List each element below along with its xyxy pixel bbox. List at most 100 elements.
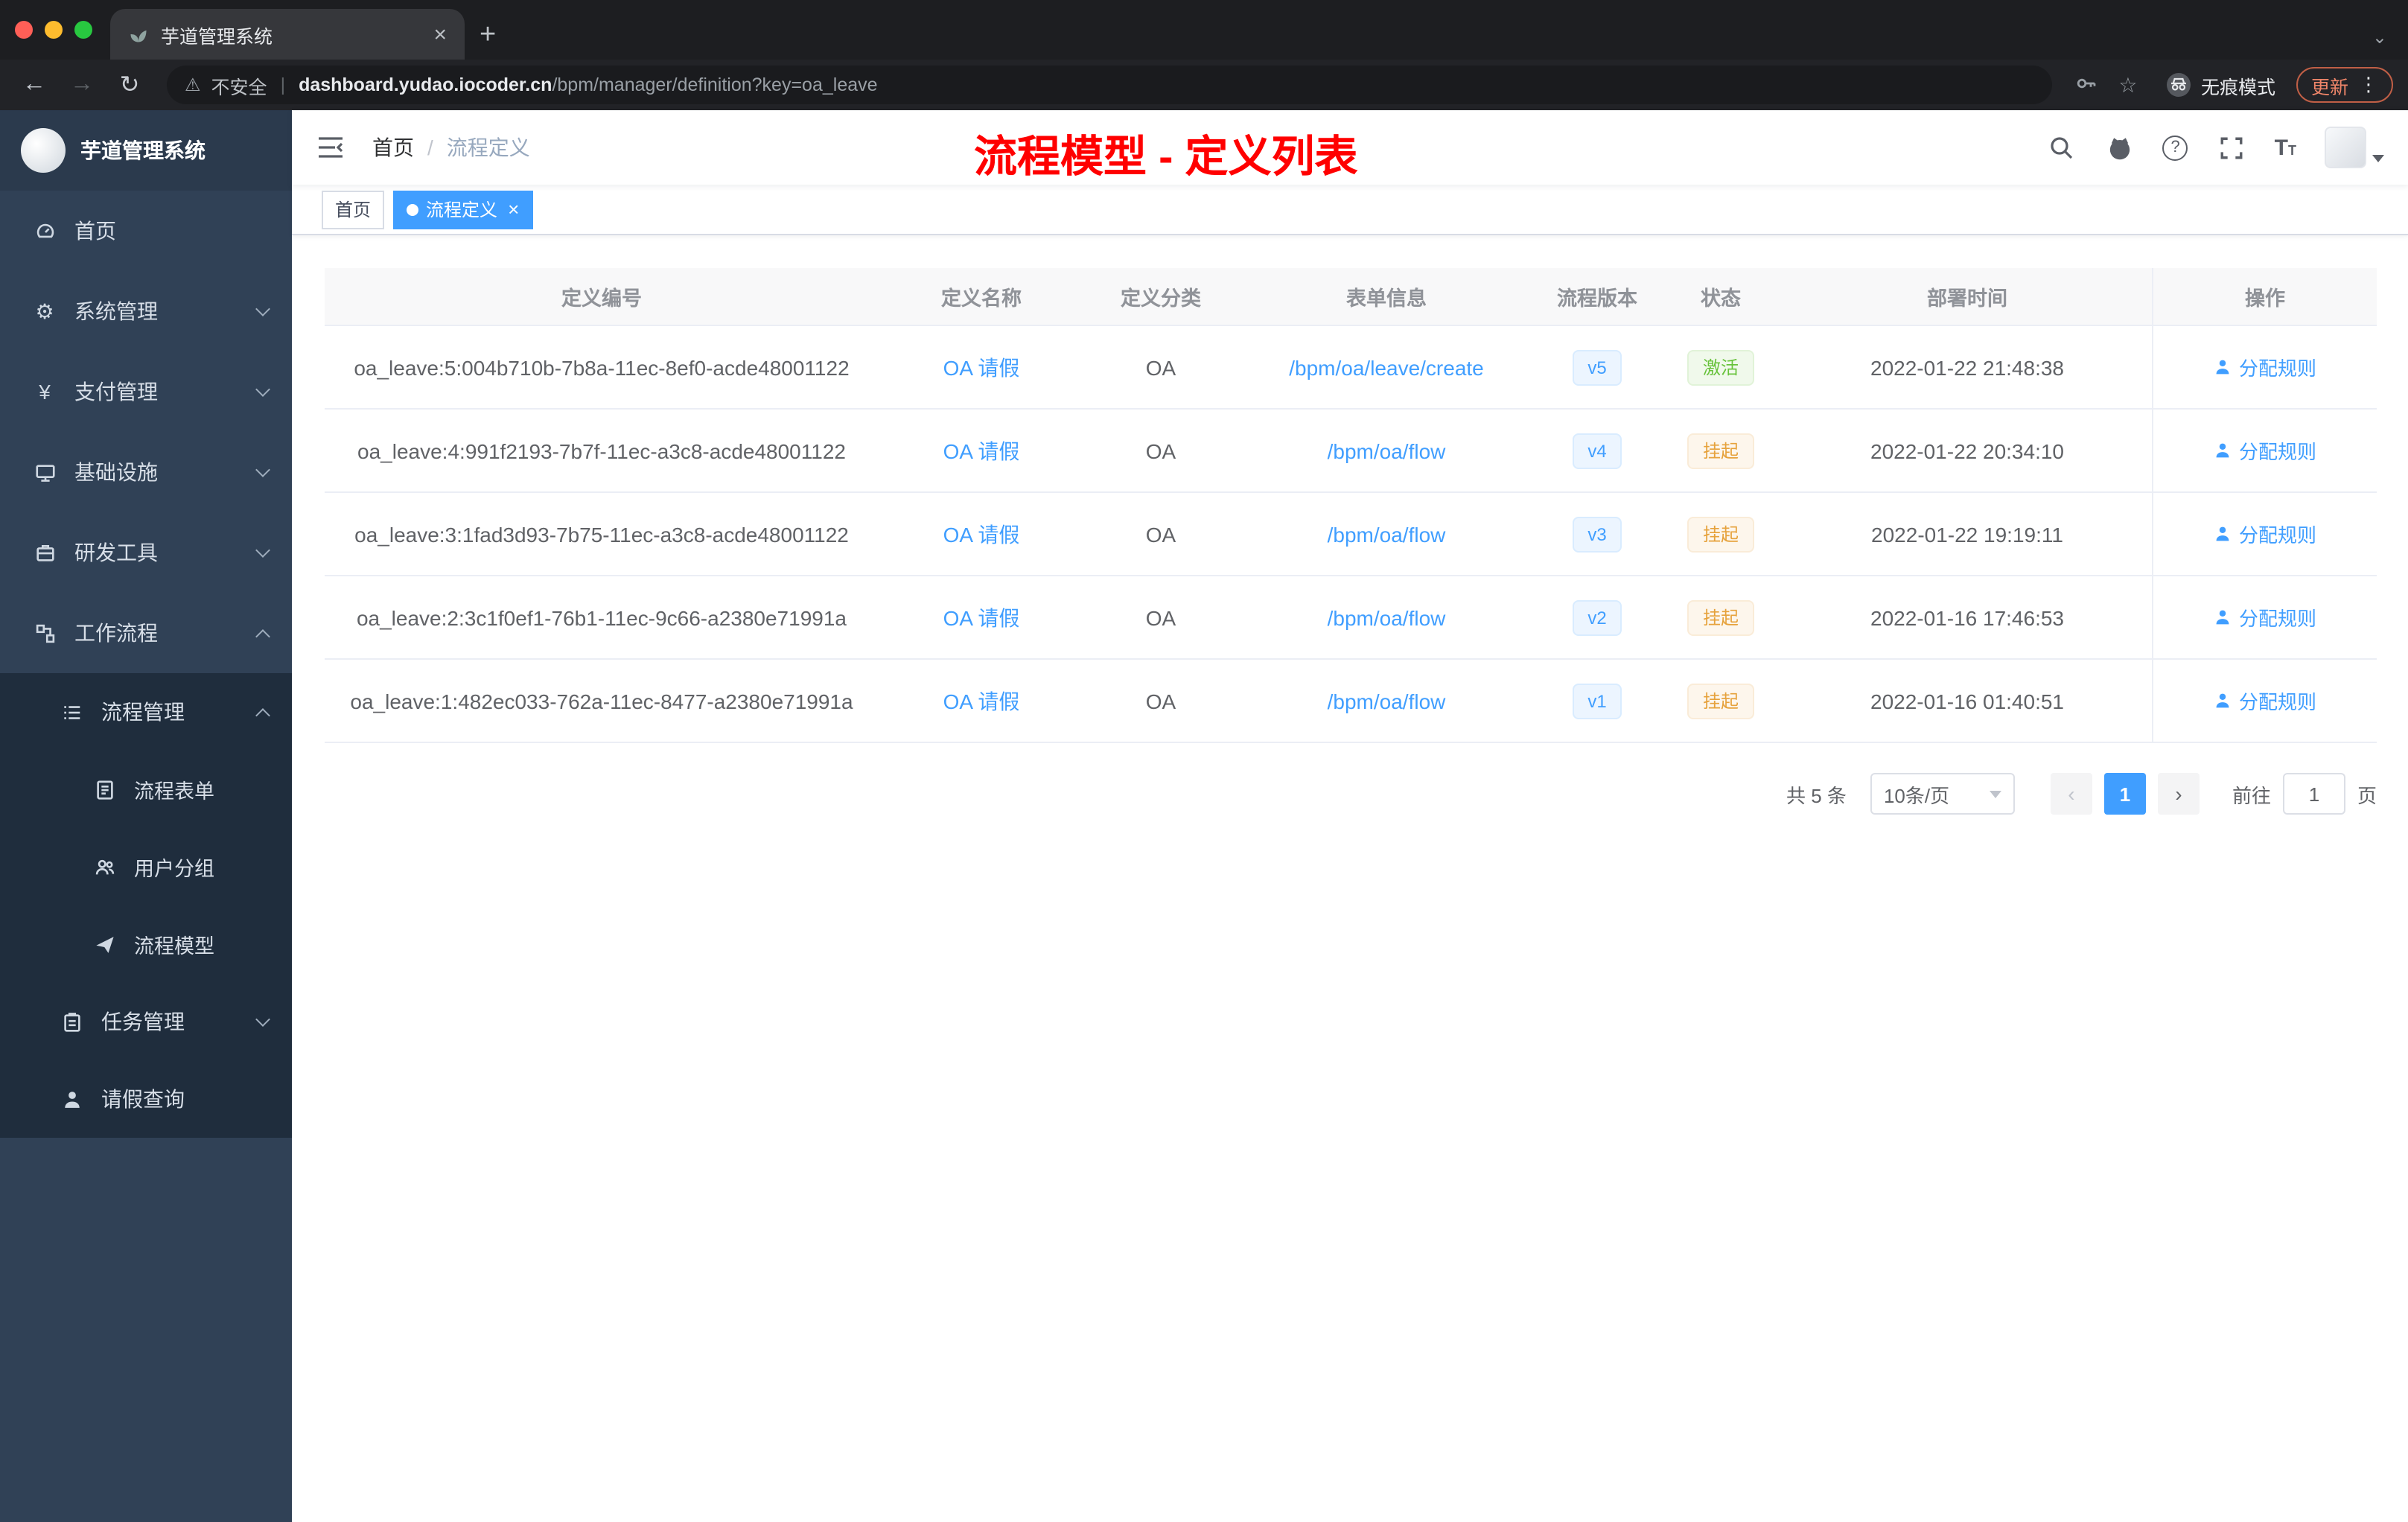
sidebar-item-user-group[interactable]: 用户分组	[0, 828, 292, 905]
assign-rule-link[interactable]: 分配规则	[2214, 353, 2316, 381]
document-icon	[92, 777, 116, 801]
address-bar[interactable]: ⚠ 不安全 | dashboard.yudao.iocoder.cn/bpm/m…	[167, 66, 2052, 104]
page-unit-label: 页	[2357, 784, 2377, 806]
close-window-button[interactable]	[15, 21, 33, 39]
definition-name-link[interactable]: OA 请假	[943, 689, 1020, 713]
assign-rule-label: 分配规则	[2238, 357, 2316, 380]
sidebar-item-process-model[interactable]: 流程模型	[0, 905, 292, 983]
tab-search-chevron-icon[interactable]: ⌄	[2372, 27, 2387, 48]
incognito-label: 无痕模式	[2200, 77, 2275, 98]
cell-category: OA	[1145, 689, 1176, 713]
cell-deploy-time: 2022-01-22 21:48:38	[1870, 355, 2064, 379]
bookmark-star-icon[interactable]: ☆	[2112, 72, 2144, 98]
page-title: 流程模型 - 定义列表	[974, 134, 1358, 182]
search-icon[interactable]	[2047, 133, 2077, 162]
breadcrumb-separator: /	[427, 136, 433, 159]
minimize-window-button[interactable]	[45, 21, 63, 39]
table-row: oa_leave:1:482ec033-762a-11ec-8477-a2380…	[325, 660, 2377, 743]
definition-name-link[interactable]: OA 请假	[943, 605, 1020, 629]
tag-close-icon[interactable]: ×	[508, 200, 519, 219]
chevron-down-icon	[255, 543, 270, 558]
status-tag: 挂起	[1687, 516, 1754, 552]
sidebar-item-process-management[interactable]: 流程管理	[0, 673, 292, 751]
sidebar-collapse-icon[interactable]	[316, 133, 345, 162]
next-page-button[interactable]: ›	[2157, 773, 2200, 815]
assign-rule-label: 分配规则	[2238, 691, 2316, 713]
incognito-icon	[2166, 73, 2191, 97]
page-size-select[interactable]: 10条/页	[1870, 773, 2015, 815]
form-info-link[interactable]: /bpm/oa/flow	[1328, 439, 1446, 462]
form-info-link[interactable]: /bpm/oa/flow	[1328, 605, 1446, 629]
goto-page-input[interactable]	[2282, 773, 2345, 815]
users-icon	[92, 855, 116, 879]
tab-strip: 芋道管理系统 × + ⌄	[0, 0, 2408, 60]
app-title: 芋道管理系统	[80, 138, 206, 162]
assign-rule-link[interactable]: 分配规则	[2214, 687, 2316, 715]
window-controls	[0, 0, 110, 60]
font-size-icon[interactable]: TT	[2275, 135, 2296, 160]
cell-category: OA	[1145, 439, 1176, 462]
user-menu[interactable]	[2325, 127, 2384, 168]
active-tag-dot	[407, 203, 419, 215]
sidebar-item-leave-query[interactable]: 请假查询	[0, 1060, 292, 1138]
sidebar-item-devtools[interactable]: 研发工具	[0, 512, 292, 593]
chevron-down-icon	[1989, 790, 2001, 797]
cell-category: OA	[1145, 522, 1176, 546]
fullscreen-icon[interactable]	[2217, 133, 2246, 162]
app-logo[interactable]: 芋道管理系统	[0, 110, 292, 191]
github-icon[interactable]	[2105, 133, 2135, 162]
definition-name-link[interactable]: OA 请假	[943, 522, 1020, 546]
form-info-link[interactable]: /bpm/oa/flow	[1328, 522, 1446, 546]
sidebar-item-process-form[interactable]: 流程表单	[0, 751, 292, 828]
assign-rule-label: 分配规则	[2238, 441, 2316, 463]
gear-icon: ⚙	[35, 299, 54, 322]
definition-name-link[interactable]: OA 请假	[943, 355, 1020, 379]
maximize-window-button[interactable]	[74, 21, 92, 39]
cell-definition-id: oa_leave:3:1fad3d93-7b75-11ec-a3c8-acde4…	[354, 522, 849, 546]
definition-name-link[interactable]: OA 请假	[943, 439, 1020, 462]
sidebar: 芋道管理系统 首页 ⚙ 系统管理 ¥ 支付管理 基础设施 研发工具 工作流程 流…	[0, 110, 292, 1522]
version-tag: v1	[1573, 683, 1622, 719]
tab-close-icon[interactable]: ×	[427, 22, 453, 47]
new-tab-button[interactable]: +	[480, 21, 496, 49]
sidebar-item-payment[interactable]: ¥ 支付管理	[0, 351, 292, 432]
sidebar-item-workflow[interactable]: 工作流程	[0, 593, 292, 673]
password-key-icon[interactable]	[2070, 71, 2103, 99]
definition-table: 定义编号 定义名称 定义分类 表单信息 流程版本 状态 部署时间 操作 oa_l…	[325, 268, 2377, 743]
table-row: oa_leave:5:004b710b-7b8a-11ec-8ef0-acde4…	[325, 326, 2377, 410]
assign-rule-link[interactable]: 分配规则	[2214, 520, 2316, 548]
browser-menu-icon[interactable]: ⋮	[2359, 73, 2378, 97]
form-info-link[interactable]: /bpm/oa/leave/create	[1289, 355, 1484, 379]
browser-update-button[interactable]: 更新 ⋮	[2296, 67, 2393, 103]
col-definition-name: 定义名称	[941, 287, 1022, 310]
sidebar-item-home[interactable]: 首页	[0, 191, 292, 271]
browser-toolbar: ← → ↻ ⚠ 不安全 | dashboard.yudao.iocoder.cn…	[0, 60, 2408, 110]
assign-rule-label: 分配规则	[2238, 524, 2316, 547]
breadcrumb-current: 流程定义	[446, 136, 530, 159]
omnibox-divider: |	[280, 74, 286, 95]
version-tag: v2	[1573, 599, 1622, 635]
sidebar-item-system[interactable]: ⚙ 系统管理	[0, 271, 292, 351]
sidebar-item-infrastructure[interactable]: 基础设施	[0, 432, 292, 512]
assign-rule-link[interactable]: 分配规则	[2214, 436, 2316, 465]
back-button[interactable]: ←	[15, 66, 54, 104]
cell-deploy-time: 2022-01-16 01:40:51	[1870, 689, 2064, 713]
breadcrumb-home[interactable]: 首页	[372, 133, 414, 162]
page-number-1[interactable]: 1	[2103, 773, 2146, 815]
browser-tab[interactable]: 芋道管理系统 ×	[110, 9, 465, 60]
tag-process-definition[interactable]: 流程定义 ×	[393, 190, 533, 229]
assign-rule-label: 分配规则	[2238, 608, 2316, 630]
navbar-actions: ? TT	[2047, 127, 2384, 168]
assign-rule-link[interactable]: 分配规则	[2214, 603, 2316, 631]
sidebar-item-task-management[interactable]: 任务管理	[0, 983, 292, 1060]
site-favicon	[130, 30, 147, 42]
reload-button[interactable]: ↻	[110, 66, 149, 104]
forward-button[interactable]: →	[63, 66, 101, 104]
cell-category: OA	[1145, 355, 1176, 379]
form-info-link[interactable]: /bpm/oa/flow	[1328, 689, 1446, 713]
tag-home[interactable]: 首页	[322, 190, 385, 229]
prev-page-button[interactable]: ‹	[2050, 773, 2092, 815]
cell-deploy-time: 2022-01-22 20:34:10	[1870, 439, 2064, 462]
help-icon[interactable]: ?	[2162, 135, 2188, 160]
browser-chrome: 芋道管理系统 × + ⌄ ← → ↻ ⚠ 不安全 | dashboard.yud…	[0, 0, 2408, 110]
